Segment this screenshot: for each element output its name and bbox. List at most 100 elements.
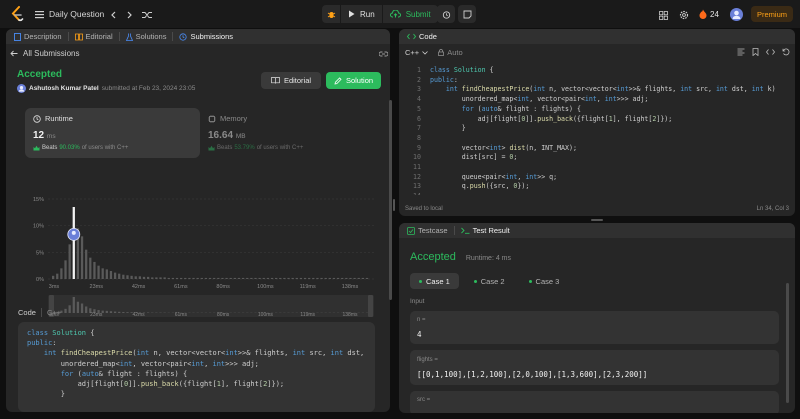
chart-bar: [312, 277, 315, 279]
beats-badge-icon: [33, 145, 40, 151]
problem-list-button[interactable]: Daily Question: [35, 7, 104, 21]
tab-test-result[interactable]: Test Result: [460, 226, 510, 235]
debug-button[interactable]: [322, 5, 340, 23]
chart-x-tick-label: 119ms: [300, 284, 316, 290]
code-icon[interactable]: [766, 48, 775, 56]
tab-submissions-label: Submissions: [190, 32, 234, 41]
submitted-time: submitted at Feb 23, 2024 23:05: [101, 85, 196, 92]
memory-card[interactable]: Memory 16.64 MB Beats 53.79% of users wi…: [200, 108, 375, 158]
avatar[interactable]: [730, 7, 743, 21]
chart-bar: [258, 277, 261, 279]
chart-bar: [324, 277, 327, 279]
runtime-unit: ms: [46, 133, 56, 140]
tab-code[interactable]: Code: [407, 32, 437, 41]
author-name[interactable]: Ashutosh Kumar Patel: [29, 85, 99, 92]
tab-description[interactable]: Description: [14, 32, 62, 41]
tab-solutions[interactable]: Solutions: [125, 32, 166, 41]
chart-overview-tick-label: 42ms: [132, 312, 145, 318]
autocomplete-toggle[interactable]: Auto: [438, 48, 463, 57]
solution-button[interactable]: Solution: [326, 72, 381, 89]
editor-toolbar: C++ Auto: [405, 48, 463, 57]
case-tab-label: Case 3: [535, 276, 560, 286]
chart-x-tick-label: 23ms: [90, 284, 104, 290]
input-n-value: 4: [417, 330, 422, 339]
layout-button[interactable]: [655, 7, 671, 23]
chart-bar: [345, 277, 348, 279]
chart-bar: [254, 277, 257, 279]
share-link-icon[interactable]: [379, 50, 388, 58]
chart-bar: [308, 277, 311, 279]
editor-resize-handle[interactable]: [399, 217, 795, 222]
chart-y-tick-label: 5%: [36, 250, 44, 256]
streak-count: 24: [710, 9, 719, 19]
runtime-card[interactable]: Runtime 12 ms Beats 90.03% of users with…: [25, 108, 200, 158]
memory-heading: Memory: [208, 114, 247, 123]
chart-overview-tick-label: 119ms: [300, 312, 315, 318]
left-panel: Description Editorial Solutions Submissi…: [6, 29, 390, 412]
book-open-icon: [271, 77, 280, 84]
divider: [118, 32, 120, 41]
testcase-scrollbar[interactable]: [786, 283, 789, 403]
chart-bar: [246, 277, 249, 279]
leetcode-logo-icon[interactable]: [10, 6, 24, 22]
back-to-submissions-link[interactable]: All Submissions: [10, 49, 79, 58]
memory-beats-prefix: Beats: [217, 145, 233, 151]
notes-button[interactable]: [458, 5, 476, 23]
submit-button[interactable]: Submit: [382, 5, 438, 23]
submission-code-block[interactable]: class Solution { public: int findCheapes…: [18, 322, 375, 412]
chart-overview-bar: [122, 312, 125, 313]
editorial-button[interactable]: Editorial: [261, 72, 321, 89]
chart-bar: [279, 277, 282, 279]
language-select[interactable]: C++: [405, 48, 428, 57]
chart-x-tick-label: 3ms: [49, 284, 60, 290]
random-problem-button[interactable]: [139, 7, 155, 23]
chart-bar: [250, 277, 253, 279]
run-button[interactable]: Run: [341, 5, 382, 23]
case-tab-2[interactable]: Case 2: [465, 273, 514, 289]
fire-icon: [699, 9, 707, 19]
chart-bar: [287, 277, 290, 279]
timer-button[interactable]: [437, 5, 455, 23]
result-runtime: Runtime: 4 ms: [465, 255, 511, 262]
input-n-box[interactable]: n = 4: [410, 311, 779, 344]
editor-actions: [737, 48, 790, 56]
panel-resize-handle[interactable]: [392, 29, 396, 412]
beats-badge-icon: [208, 145, 215, 151]
chart-bar: [303, 277, 307, 279]
chart-bar: [175, 277, 179, 279]
runtime-distribution-chart[interactable]: 15% 10% 5% 0% 3ms 23ms 42ms 61ms 80ms 100ms 119ms 1…: [26, 164, 376, 324]
bookmark-icon[interactable]: [752, 48, 759, 56]
settings-button[interactable]: [676, 7, 692, 23]
chip-icon: [208, 114, 216, 123]
book-icon: [74, 33, 83, 40]
tab-submissions[interactable]: Submissions: [179, 32, 233, 41]
case-tab-3[interactable]: Case 3: [520, 273, 569, 289]
code-section-lang: C++: [46, 308, 62, 317]
chevron-left-icon: [110, 11, 115, 19]
chart-bar: [134, 276, 137, 279]
chart-bar: [64, 260, 67, 279]
tab-editorial[interactable]: Editorial: [74, 32, 113, 41]
gear-icon: [679, 10, 689, 20]
next-problem-button[interactable]: [121, 7, 137, 23]
input-flights-box[interactable]: flights = [[0,1,100],[1,2,100],[2,0,100]…: [410, 350, 779, 385]
chart-bar: [283, 277, 286, 279]
prev-problem-button[interactable]: [105, 7, 121, 23]
chart-overview-bar: [109, 311, 113, 313]
chart-overview-bar: [85, 306, 88, 313]
chart-overview-tick-label: 23ms: [90, 312, 103, 318]
case-tab-label: Case 1: [426, 276, 450, 286]
format-icon[interactable]: [737, 48, 745, 56]
chart-overview-bar: [72, 297, 75, 313]
code-editor[interactable]: 1 2 3 4 5 6 7 8 9 10 11 12 13 14 class S…: [399, 65, 795, 195]
reset-icon[interactable]: [782, 48, 790, 56]
editor-code: class Solution { public: int findCheapes…: [430, 66, 776, 195]
input-src-box[interactable]: src =: [410, 391, 779, 413]
case-tab-1[interactable]: Case 1: [410, 273, 459, 289]
left-panel-scrollbar[interactable]: [389, 100, 392, 300]
tab-testcase[interactable]: Testcase: [407, 226, 448, 235]
streak-counter[interactable]: 24: [699, 7, 719, 21]
premium-button[interactable]: Premium: [751, 6, 793, 22]
chart-overview-bar: [126, 312, 129, 313]
back-label: All Submissions: [23, 49, 80, 58]
